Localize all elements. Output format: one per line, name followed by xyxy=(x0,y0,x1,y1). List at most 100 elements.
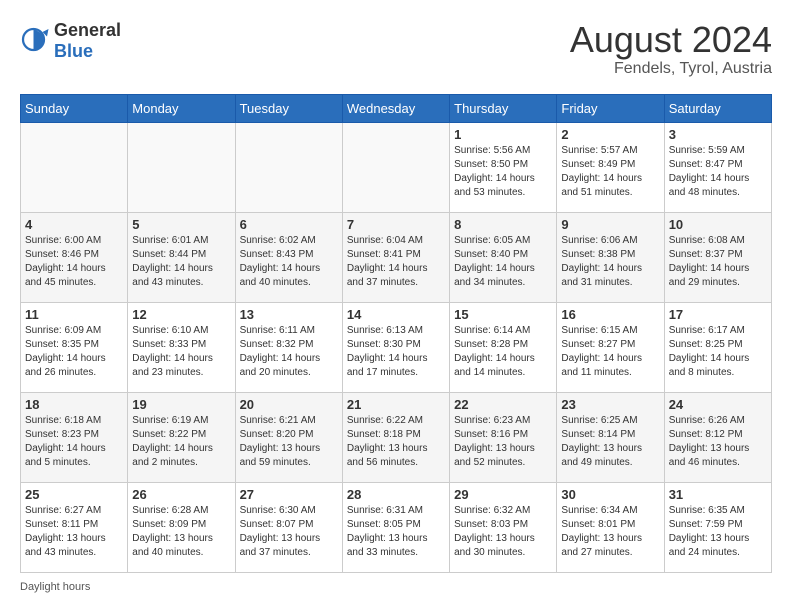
day-info: Sunrise: 6:27 AM Sunset: 8:11 PM Dayligh… xyxy=(25,504,123,560)
day-number: 7 xyxy=(347,217,445,232)
day-number: 10 xyxy=(669,217,767,232)
page-header: General Blue August 2024 Fendels, Tyrol,… xyxy=(20,20,772,78)
calendar-cell xyxy=(21,122,128,212)
day-info: Sunrise: 6:22 AM Sunset: 8:18 PM Dayligh… xyxy=(347,414,445,470)
day-info: Sunrise: 5:56 AM Sunset: 8:50 PM Dayligh… xyxy=(454,144,552,200)
day-info: Sunrise: 6:08 AM Sunset: 8:37 PM Dayligh… xyxy=(669,234,767,290)
day-info: Sunrise: 6:00 AM Sunset: 8:46 PM Dayligh… xyxy=(25,234,123,290)
day-number: 29 xyxy=(454,487,552,502)
calendar-cell: 1 Sunrise: 5:56 AM Sunset: 8:50 PM Daylig… xyxy=(450,122,557,212)
day-info: Sunrise: 6:02 AM Sunset: 8:43 PM Dayligh… xyxy=(240,234,338,290)
day-number: 27 xyxy=(240,487,338,502)
day-number: 23 xyxy=(561,397,659,412)
calendar-cell: 5 Sunrise: 6:01 AM Sunset: 8:44 PM Daylig… xyxy=(128,212,235,302)
day-info: Sunrise: 6:28 AM Sunset: 8:09 PM Dayligh… xyxy=(132,504,230,560)
calendar-cell: 26 Sunrise: 6:28 AM Sunset: 8:09 PM Dayli… xyxy=(128,482,235,572)
calendar-cell xyxy=(235,122,342,212)
logo: General Blue xyxy=(20,20,121,62)
day-number: 6 xyxy=(240,217,338,232)
day-of-week-header: Friday xyxy=(557,94,664,122)
days-of-week-row: SundayMondayTuesdayWednesdayThursdayFrid… xyxy=(21,94,772,122)
calendar-cell: 12 Sunrise: 6:10 AM Sunset: 8:33 PM Dayli… xyxy=(128,302,235,392)
day-number: 13 xyxy=(240,307,338,322)
day-number: 28 xyxy=(347,487,445,502)
logo-blue: Blue xyxy=(54,41,93,61)
day-number: 5 xyxy=(132,217,230,232)
day-of-week-header: Tuesday xyxy=(235,94,342,122)
day-of-week-header: Monday xyxy=(128,94,235,122)
calendar-cell: 9Sunrise: 6:06 AM Sunset: 8:38 PM Daylig… xyxy=(557,212,664,302)
calendar-cell: 11 Sunrise: 6:09 AM Sunset: 8:35 PM Dayli… xyxy=(21,302,128,392)
day-info: Sunrise: 6:25 AM Sunset: 8:14 PM Dayligh… xyxy=(561,414,659,470)
calendar-cell: 18 Sunrise: 6:18 AM Sunset: 8:23 PM Dayli… xyxy=(21,392,128,482)
day-info: Sunrise: 6:34 AM Sunset: 8:01 PM Dayligh… xyxy=(561,504,659,560)
day-info: Sunrise: 6:09 AM Sunset: 8:35 PM Dayligh… xyxy=(25,324,123,380)
day-info: Sunrise: 6:31 AM Sunset: 8:05 PM Dayligh… xyxy=(347,504,445,560)
day-info: Sunrise: 6:04 AM Sunset: 8:41 PM Dayligh… xyxy=(347,234,445,290)
calendar-cell: 2Sunrise: 5:57 AM Sunset: 8:49 PM Daylig… xyxy=(557,122,664,212)
day-number: 26 xyxy=(132,487,230,502)
calendar-week-row: 11 Sunrise: 6:09 AM Sunset: 8:35 PM Dayli… xyxy=(21,302,772,392)
day-info: Sunrise: 6:10 AM Sunset: 8:33 PM Dayligh… xyxy=(132,324,230,380)
calendar-cell: 30 Sunrise: 6:34 AM Sunset: 8:01 PM Dayli… xyxy=(557,482,664,572)
day-info: Sunrise: 6:23 AM Sunset: 8:16 PM Dayligh… xyxy=(454,414,552,470)
calendar-cell: 29Sunrise: 6:32 AM Sunset: 8:03 PM Dayli… xyxy=(450,482,557,572)
calendar-cell: 6 Sunrise: 6:02 AM Sunset: 8:43 PM Daylig… xyxy=(235,212,342,302)
day-number: 12 xyxy=(132,307,230,322)
day-number: 2 xyxy=(561,127,659,142)
calendar-cell: 23 Sunrise: 6:25 AM Sunset: 8:14 PM Dayli… xyxy=(557,392,664,482)
day-number: 19 xyxy=(132,397,230,412)
day-number: 20 xyxy=(240,397,338,412)
calendar-table: SundayMondayTuesdayWednesdayThursdayFrid… xyxy=(20,94,772,573)
calendar-week-row: 18 Sunrise: 6:18 AM Sunset: 8:23 PM Dayli… xyxy=(21,392,772,482)
day-number: 25 xyxy=(25,487,123,502)
day-info: Sunrise: 6:26 AM Sunset: 8:12 PM Dayligh… xyxy=(669,414,767,470)
day-number: 22 xyxy=(454,397,552,412)
calendar-cell: 17Sunrise: 6:17 AM Sunset: 8:25 PM Dayli… xyxy=(664,302,771,392)
calendar-cell: 15 Sunrise: 6:14 AM Sunset: 8:28 PM Dayli… xyxy=(450,302,557,392)
day-number: 30 xyxy=(561,487,659,502)
day-info: Sunrise: 6:17 AM Sunset: 8:25 PM Dayligh… xyxy=(669,324,767,380)
day-info: Sunrise: 6:19 AM Sunset: 8:22 PM Dayligh… xyxy=(132,414,230,470)
calendar-cell xyxy=(128,122,235,212)
day-number: 24 xyxy=(669,397,767,412)
day-number: 18 xyxy=(25,397,123,412)
calendar-cell: 21 Sunrise: 6:22 AM Sunset: 8:18 PM Dayli… xyxy=(342,392,449,482)
calendar-cell: 25 Sunrise: 6:27 AM Sunset: 8:11 PM Dayli… xyxy=(21,482,128,572)
day-info: Sunrise: 5:59 AM Sunset: 8:47 PM Dayligh… xyxy=(669,144,767,200)
calendar-cell: 13Sunrise: 6:11 AM Sunset: 8:32 PM Dayli… xyxy=(235,302,342,392)
calendar-cell: 19 Sunrise: 6:19 AM Sunset: 8:22 PM Dayli… xyxy=(128,392,235,482)
day-of-week-header: Sunday xyxy=(21,94,128,122)
calendar-body: 1 Sunrise: 5:56 AM Sunset: 8:50 PM Daylig… xyxy=(21,122,772,572)
day-number: 9 xyxy=(561,217,659,232)
calendar-cell xyxy=(342,122,449,212)
calendar-cell: 28 Sunrise: 6:31 AM Sunset: 8:05 PM Dayli… xyxy=(342,482,449,572)
location: Fendels, Tyrol, Austria xyxy=(570,60,772,78)
day-number: 14 xyxy=(347,307,445,322)
day-info: Sunrise: 6:30 AM Sunset: 8:07 PM Dayligh… xyxy=(240,504,338,560)
title-area: August 2024 Fendels, Tyrol, Austria xyxy=(570,20,772,78)
calendar-week-row: 4 Sunrise: 6:00 AM Sunset: 8:46 PM Daylig… xyxy=(21,212,772,302)
day-number: 15 xyxy=(454,307,552,322)
day-info: Sunrise: 6:35 AM Sunset: 7:59 PM Dayligh… xyxy=(669,504,767,560)
month-title: August 2024 xyxy=(570,20,772,60)
day-number: 16 xyxy=(561,307,659,322)
calendar-cell: 7 Sunrise: 6:04 AM Sunset: 8:41 PM Daylig… xyxy=(342,212,449,302)
calendar-cell: 8Sunrise: 6:05 AM Sunset: 8:40 PM Daylig… xyxy=(450,212,557,302)
day-of-week-header: Saturday xyxy=(664,94,771,122)
day-info: Sunrise: 6:13 AM Sunset: 8:30 PM Dayligh… xyxy=(347,324,445,380)
day-info: Sunrise: 6:01 AM Sunset: 8:44 PM Dayligh… xyxy=(132,234,230,290)
logo-icon xyxy=(20,26,50,56)
day-number: 1 xyxy=(454,127,552,142)
day-number: 11 xyxy=(25,307,123,322)
day-info: Sunrise: 6:18 AM Sunset: 8:23 PM Dayligh… xyxy=(25,414,123,470)
day-number: 8 xyxy=(454,217,552,232)
calendar-cell: 4 Sunrise: 6:00 AM Sunset: 8:46 PM Daylig… xyxy=(21,212,128,302)
day-info: Sunrise: 6:14 AM Sunset: 8:28 PM Dayligh… xyxy=(454,324,552,380)
day-number: 21 xyxy=(347,397,445,412)
day-number: 4 xyxy=(25,217,123,232)
day-info: Sunrise: 6:15 AM Sunset: 8:27 PM Dayligh… xyxy=(561,324,659,380)
calendar-cell: 3Sunrise: 5:59 AM Sunset: 8:47 PM Daylig… xyxy=(664,122,771,212)
calendar-cell: 27 Sunrise: 6:30 AM Sunset: 8:07 PM Dayli… xyxy=(235,482,342,572)
day-number: 31 xyxy=(669,487,767,502)
